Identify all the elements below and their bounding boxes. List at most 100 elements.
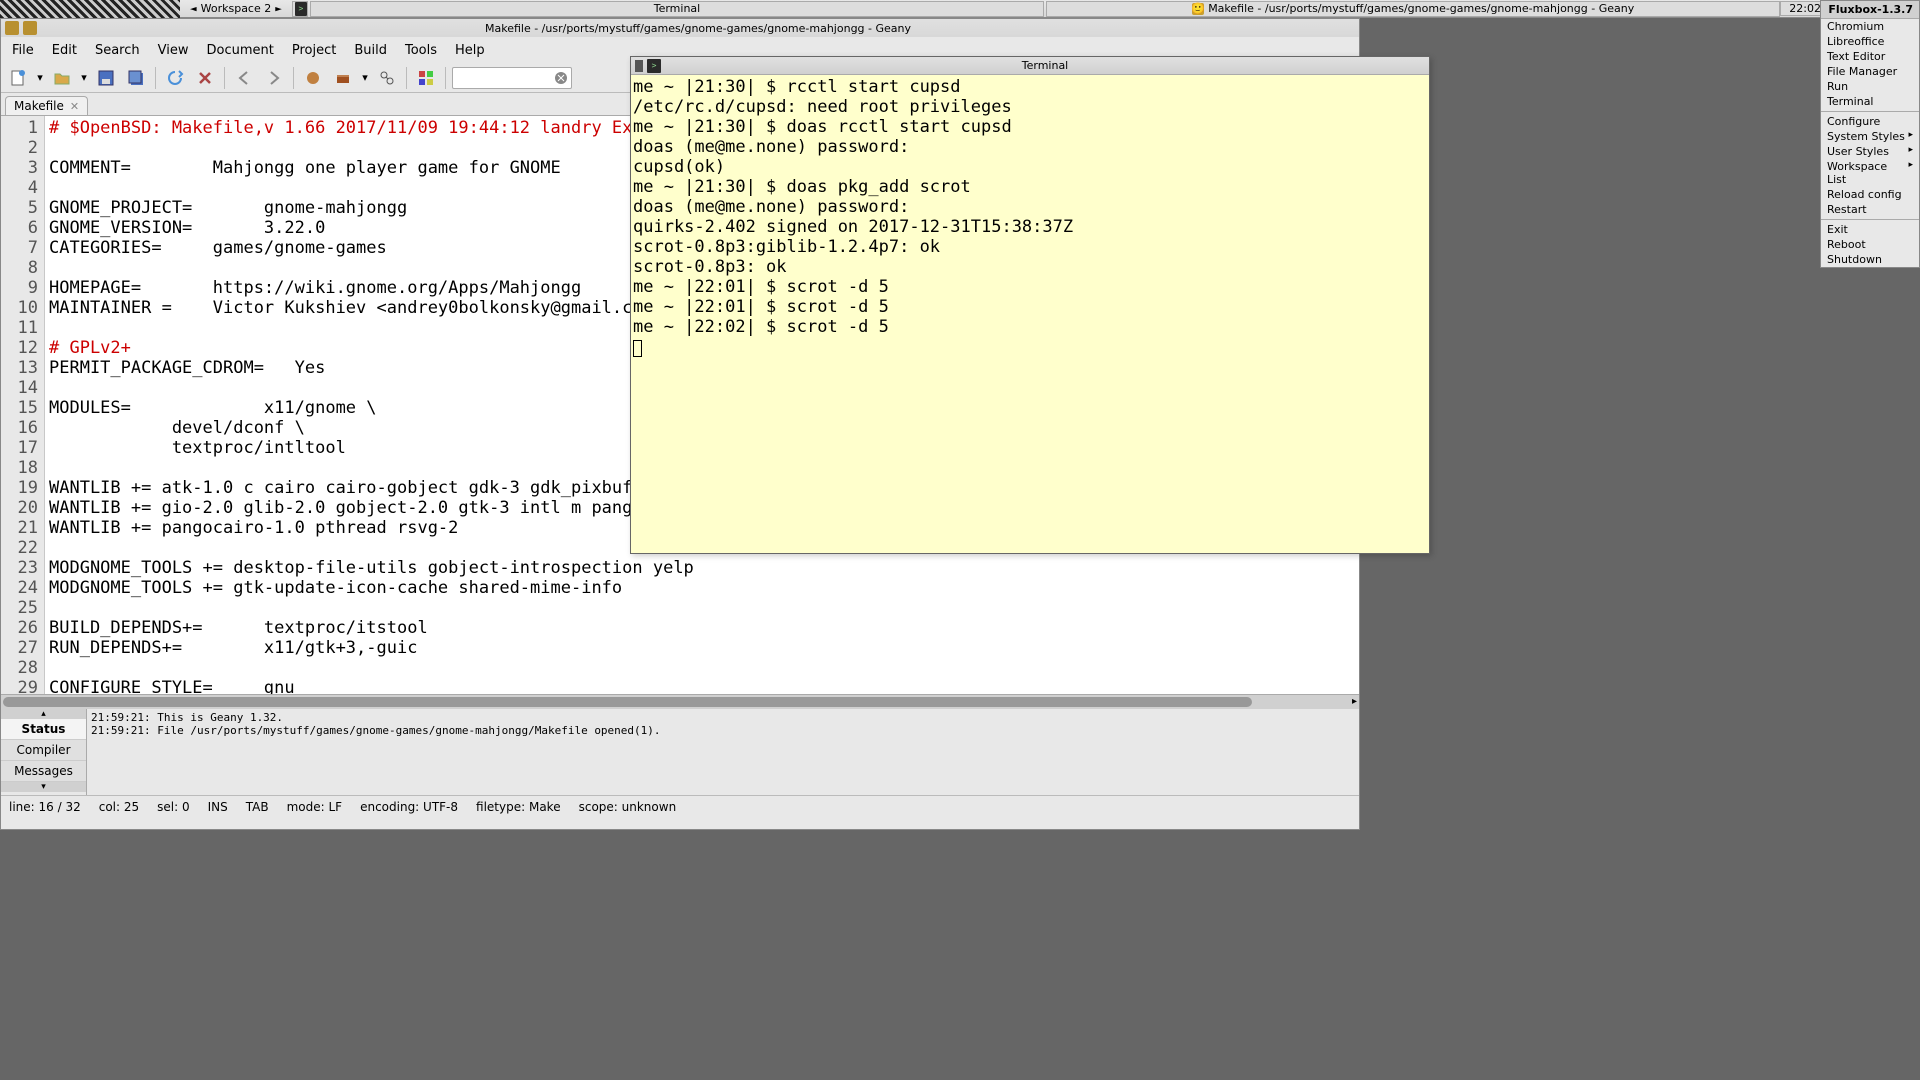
- menu-item-reload-config[interactable]: Reload config: [1821, 187, 1919, 202]
- menu-item-workspace-list[interactable]: Workspace List▸: [1821, 159, 1919, 187]
- save-button[interactable]: [93, 65, 119, 91]
- menu-item-chromium[interactable]: Chromium: [1821, 19, 1919, 34]
- open-recent-dropdown[interactable]: ▾: [79, 71, 89, 84]
- menu-document[interactable]: Document: [197, 39, 282, 62]
- menu-project[interactable]: Project: [283, 39, 345, 62]
- save-all-button[interactable]: [123, 65, 149, 91]
- toolbar-separator: [155, 67, 156, 89]
- fluxbox-menu-title: Fluxbox-1.3.7: [1821, 1, 1919, 19]
- compile-button[interactable]: [300, 65, 326, 91]
- color-chooser-button[interactable]: [413, 65, 439, 91]
- scrollbar-thumb[interactable]: [3, 697, 1252, 707]
- menu-item-system-styles[interactable]: System Styles▸: [1821, 129, 1919, 144]
- app-icon: [23, 21, 37, 35]
- menu-help[interactable]: Help: [446, 39, 494, 62]
- menu-item-exit[interactable]: Exit: [1821, 222, 1919, 237]
- status-filetype: filetype: Make: [476, 800, 561, 814]
- taskbar-decoration-left: [0, 0, 180, 18]
- horizontal-scrollbar[interactable]: ▸: [1, 695, 1359, 709]
- nav-back-button[interactable]: [231, 65, 257, 91]
- tab-status[interactable]: Status: [1, 719, 86, 740]
- workspace-label: Workspace 2: [201, 2, 272, 15]
- tab-scroll-down[interactable]: ▾: [1, 782, 86, 792]
- close-icon[interactable]: ✕: [70, 100, 79, 113]
- new-file-dropdown[interactable]: ▾: [35, 71, 45, 84]
- window-titlebar[interactable]: Makefile - /usr/ports/mystuff/games/gnom…: [1, 19, 1359, 37]
- clear-icon[interactable]: [554, 71, 568, 85]
- file-tab-label: Makefile: [14, 99, 64, 113]
- toolbar-separator: [224, 67, 225, 89]
- status-line: line: 16 / 32: [9, 800, 81, 814]
- build-button[interactable]: [330, 65, 356, 91]
- fluxbox-group-config: ConfigureSystem Styles▸User Styles▸Works…: [1821, 114, 1919, 217]
- status-sel: sel: 0: [157, 800, 189, 814]
- fluxbox-menu: Fluxbox-1.3.7 ChromiumLibreofficeText Ed…: [1820, 0, 1920, 268]
- close-file-button[interactable]: [192, 65, 218, 91]
- terminal-output[interactable]: me ~ |21:30| $ rcctl start cupsd/etc/rc.…: [631, 75, 1429, 359]
- nav-forward-button[interactable]: [261, 65, 287, 91]
- terminal-window: > Terminal me ~ |21:30| $ rcctl start cu…: [630, 56, 1430, 554]
- menu-item-restart[interactable]: Restart: [1821, 202, 1919, 217]
- menu-view[interactable]: View: [149, 39, 198, 62]
- menu-separator: [1821, 219, 1919, 220]
- menu-separator: [1821, 111, 1919, 112]
- new-file-button[interactable]: [5, 65, 31, 91]
- taskbar-item-label: Makefile - /usr/ports/mystuff/games/gnom…: [1208, 2, 1634, 15]
- toolbar-separator: [406, 67, 407, 89]
- menu-tools[interactable]: Tools: [396, 39, 446, 62]
- menu-file[interactable]: File: [3, 39, 43, 62]
- menu-build[interactable]: Build: [345, 39, 396, 62]
- status-log: 21:59:21: This is Geany 1.32.21:59:21: F…: [87, 709, 1359, 795]
- submenu-arrow-icon: ▸: [1908, 160, 1913, 186]
- build-dropdown[interactable]: ▾: [360, 71, 370, 84]
- submenu-arrow-icon: ▸: [1908, 145, 1913, 158]
- file-tab[interactable]: Makefile ✕: [5, 96, 88, 115]
- scroll-right-icon[interactable]: ▸: [1352, 696, 1357, 707]
- taskbar-item-iconified[interactable]: >: [292, 1, 308, 17]
- geany-icon: 🙂: [1192, 3, 1204, 15]
- window-menu-icon[interactable]: [635, 60, 643, 72]
- menu-item-text-editor[interactable]: Text Editor: [1821, 49, 1919, 64]
- status-mode: mode: LF: [287, 800, 342, 814]
- status-encoding: encoding: UTF-8: [360, 800, 458, 814]
- workspace-next-button[interactable]: ►: [271, 2, 286, 15]
- toolbar-separator: [445, 67, 446, 89]
- toolbar-separator: [293, 67, 294, 89]
- reload-button[interactable]: [162, 65, 188, 91]
- menu-item-libreoffice[interactable]: Libreoffice: [1821, 34, 1919, 49]
- taskbar: ◄ Workspace 2 ► > Terminal 🙂 Makefile - …: [0, 0, 1920, 18]
- menu-item-configure[interactable]: Configure: [1821, 114, 1919, 129]
- tab-compiler[interactable]: Compiler: [1, 740, 86, 761]
- fluxbox-group-apps: ChromiumLibreofficeText EditorFile Manag…: [1821, 19, 1919, 109]
- menu-item-terminal[interactable]: Terminal: [1821, 94, 1919, 109]
- bottom-pane: ▴ Status Compiler Messages ▾ 21:59:21: T…: [1, 709, 1359, 795]
- menu-item-run[interactable]: Run: [1821, 79, 1919, 94]
- menu-item-shutdown[interactable]: Shutdown: [1821, 252, 1919, 267]
- menu-item-user-styles[interactable]: User Styles▸: [1821, 144, 1919, 159]
- terminal-icon: >: [647, 59, 661, 73]
- status-ins: INS: [208, 800, 228, 814]
- menu-edit[interactable]: Edit: [43, 39, 86, 62]
- menu-search[interactable]: Search: [86, 39, 149, 62]
- window-title: Terminal: [665, 59, 1425, 72]
- taskbar-item-geany[interactable]: 🙂 Makefile - /usr/ports/mystuff/games/gn…: [1046, 1, 1780, 17]
- search-input[interactable]: [452, 67, 572, 89]
- submenu-arrow-icon: ▸: [1908, 130, 1913, 143]
- menu-item-file-manager[interactable]: File Manager: [1821, 64, 1919, 79]
- run-button[interactable]: [374, 65, 400, 91]
- terminal-icon: >: [295, 3, 307, 15]
- workspace-switcher: ◄ Workspace 2 ►: [180, 2, 292, 15]
- tab-messages[interactable]: Messages: [1, 761, 86, 782]
- menu-item-reboot[interactable]: Reboot: [1821, 237, 1919, 252]
- status-col: col: 25: [99, 800, 139, 814]
- tab-scroll-up[interactable]: ▴: [1, 709, 86, 719]
- taskbar-item-label: Terminal: [654, 2, 701, 15]
- bottom-pane-tabs: ▴ Status Compiler Messages ▾: [1, 709, 87, 795]
- taskbar-item-terminal[interactable]: Terminal: [310, 1, 1044, 17]
- workspace-prev-button[interactable]: ◄: [186, 2, 201, 15]
- window-titlebar[interactable]: > Terminal: [631, 57, 1429, 75]
- app-icon: [5, 21, 19, 35]
- fluxbox-group-power: ExitRebootShutdown: [1821, 222, 1919, 267]
- open-file-button[interactable]: [49, 65, 75, 91]
- taskbar-items: > Terminal 🙂 Makefile - /usr/ports/mystu…: [292, 0, 1780, 18]
